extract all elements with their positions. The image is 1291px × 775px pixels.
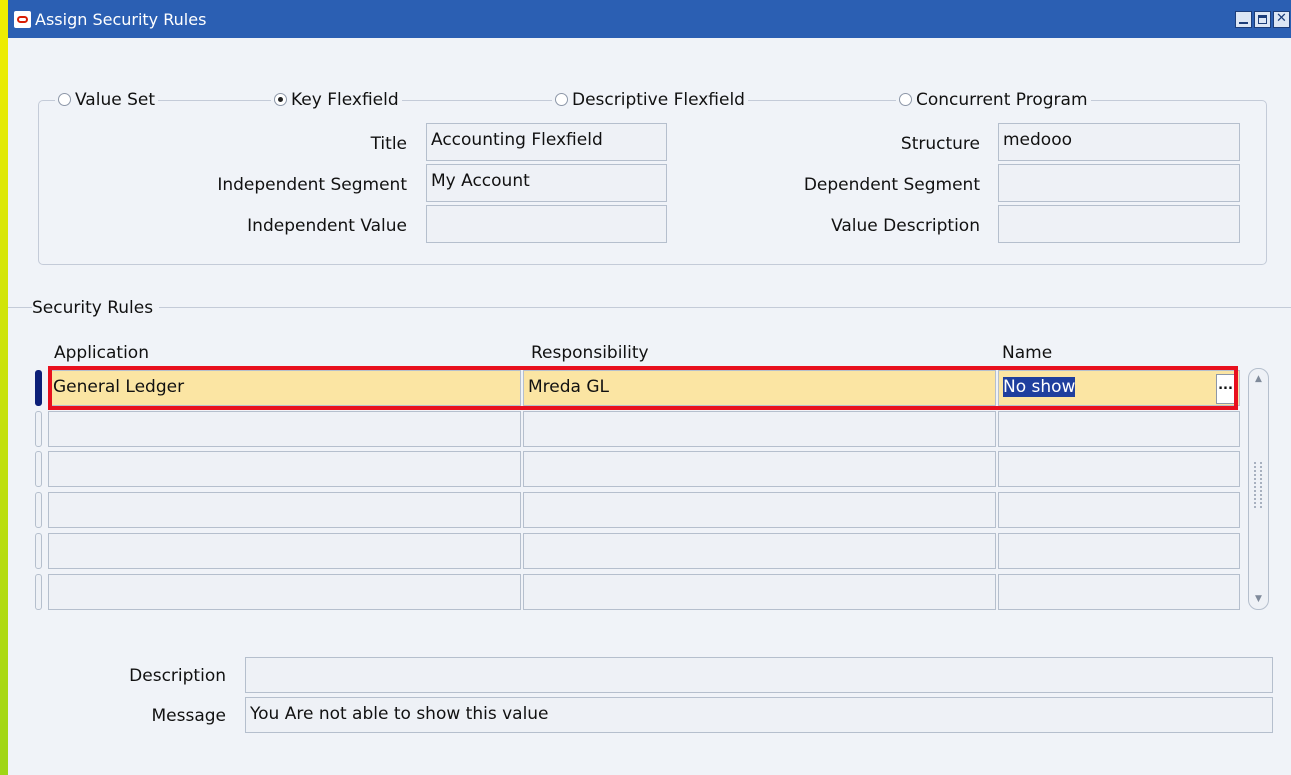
title-bar[interactable]: Assign Security Rules [8, 0, 1291, 38]
table-cell-responsibility[interactable] [523, 492, 996, 528]
maximize-icon[interactable] [1254, 11, 1271, 28]
table-cell-name[interactable] [998, 411, 1240, 447]
structure-label: Structure [900, 134, 980, 154]
table-cell-name[interactable] [998, 533, 1240, 569]
radio-concurrent-program-label: Concurrent Program [916, 90, 1088, 110]
assign-security-rules-window: Assign Security Rules Value Set Key Flex… [8, 0, 1291, 775]
table-cell-application[interactable] [48, 492, 521, 528]
column-header-name: Name [1002, 343, 1053, 363]
row-selector[interactable] [35, 411, 42, 447]
radio-value-set[interactable]: Value Set [55, 89, 159, 111]
message-label: Message [151, 706, 226, 726]
row-selector-current[interactable] [35, 370, 42, 406]
dependent-segment-label: Dependent Segment [803, 175, 980, 195]
security-rules-section-label: Security Rules [32, 297, 160, 319]
radio-button-icon[interactable] [899, 93, 912, 106]
independent-segment-label: Independent Segment [217, 175, 407, 195]
radio-button-selected-icon[interactable] [274, 93, 287, 106]
structure-field[interactable]: medooo [998, 123, 1240, 161]
value-description-label: Value Description [831, 216, 980, 236]
radio-button-icon[interactable] [555, 93, 568, 106]
table-cell-responsibility[interactable] [523, 411, 996, 447]
row-selector[interactable] [35, 574, 42, 610]
scroll-up-icon[interactable]: ▲ [1251, 372, 1266, 386]
table-cell-application[interactable] [48, 411, 521, 447]
radio-descriptive-flexfield-label: Descriptive Flexfield [572, 90, 745, 110]
table-cell-name[interactable] [998, 451, 1240, 487]
radio-value-set-label: Value Set [75, 90, 156, 110]
table-cell-responsibility[interactable] [523, 533, 996, 569]
independent-segment-field[interactable]: My Account [426, 164, 667, 202]
scroll-down-icon[interactable]: ▼ [1251, 592, 1266, 606]
description-label: Description [129, 666, 226, 686]
table-cell-responsibility[interactable] [523, 574, 996, 610]
radio-key-flexfield-label: Key Flexfield [291, 90, 399, 110]
row-selector[interactable] [35, 492, 42, 528]
description-field[interactable] [245, 657, 1273, 693]
message-field[interactable]: You Are not able to show this value [245, 697, 1273, 733]
close-icon[interactable] [1273, 11, 1290, 28]
value-description-field[interactable] [998, 205, 1240, 243]
window-title: Assign Security Rules [35, 10, 207, 29]
oracle-logo-icon [14, 11, 31, 28]
title-label: Title [370, 134, 407, 154]
row-selector[interactable] [35, 451, 42, 487]
scroll-thumb-grip-icon[interactable] [1254, 462, 1262, 508]
table-cell-application[interactable] [48, 451, 521, 487]
table-cell-application[interactable] [48, 574, 521, 610]
table-cell-name[interactable] [998, 492, 1240, 528]
section-divider [8, 307, 1291, 308]
radio-descriptive-flexfield[interactable]: Descriptive Flexfield [552, 89, 748, 111]
highlight-box [48, 366, 1238, 410]
radio-concurrent-program[interactable]: Concurrent Program [896, 89, 1091, 111]
row-selector[interactable] [35, 533, 42, 569]
dependent-segment-field[interactable] [998, 164, 1240, 202]
column-header-responsibility: Responsibility [531, 343, 649, 363]
column-header-application: Application [54, 343, 149, 363]
radio-button-icon[interactable] [58, 93, 71, 106]
independent-value-label: Independent Value [247, 216, 407, 236]
table-cell-responsibility[interactable] [523, 451, 996, 487]
minimize-icon[interactable] [1235, 11, 1252, 28]
table-cell-application[interactable] [48, 533, 521, 569]
independent-value-field[interactable] [426, 205, 667, 243]
table-cell-name[interactable] [998, 574, 1240, 610]
title-field[interactable]: Accounting Flexfield [426, 123, 667, 161]
radio-key-flexfield[interactable]: Key Flexfield [271, 89, 402, 111]
